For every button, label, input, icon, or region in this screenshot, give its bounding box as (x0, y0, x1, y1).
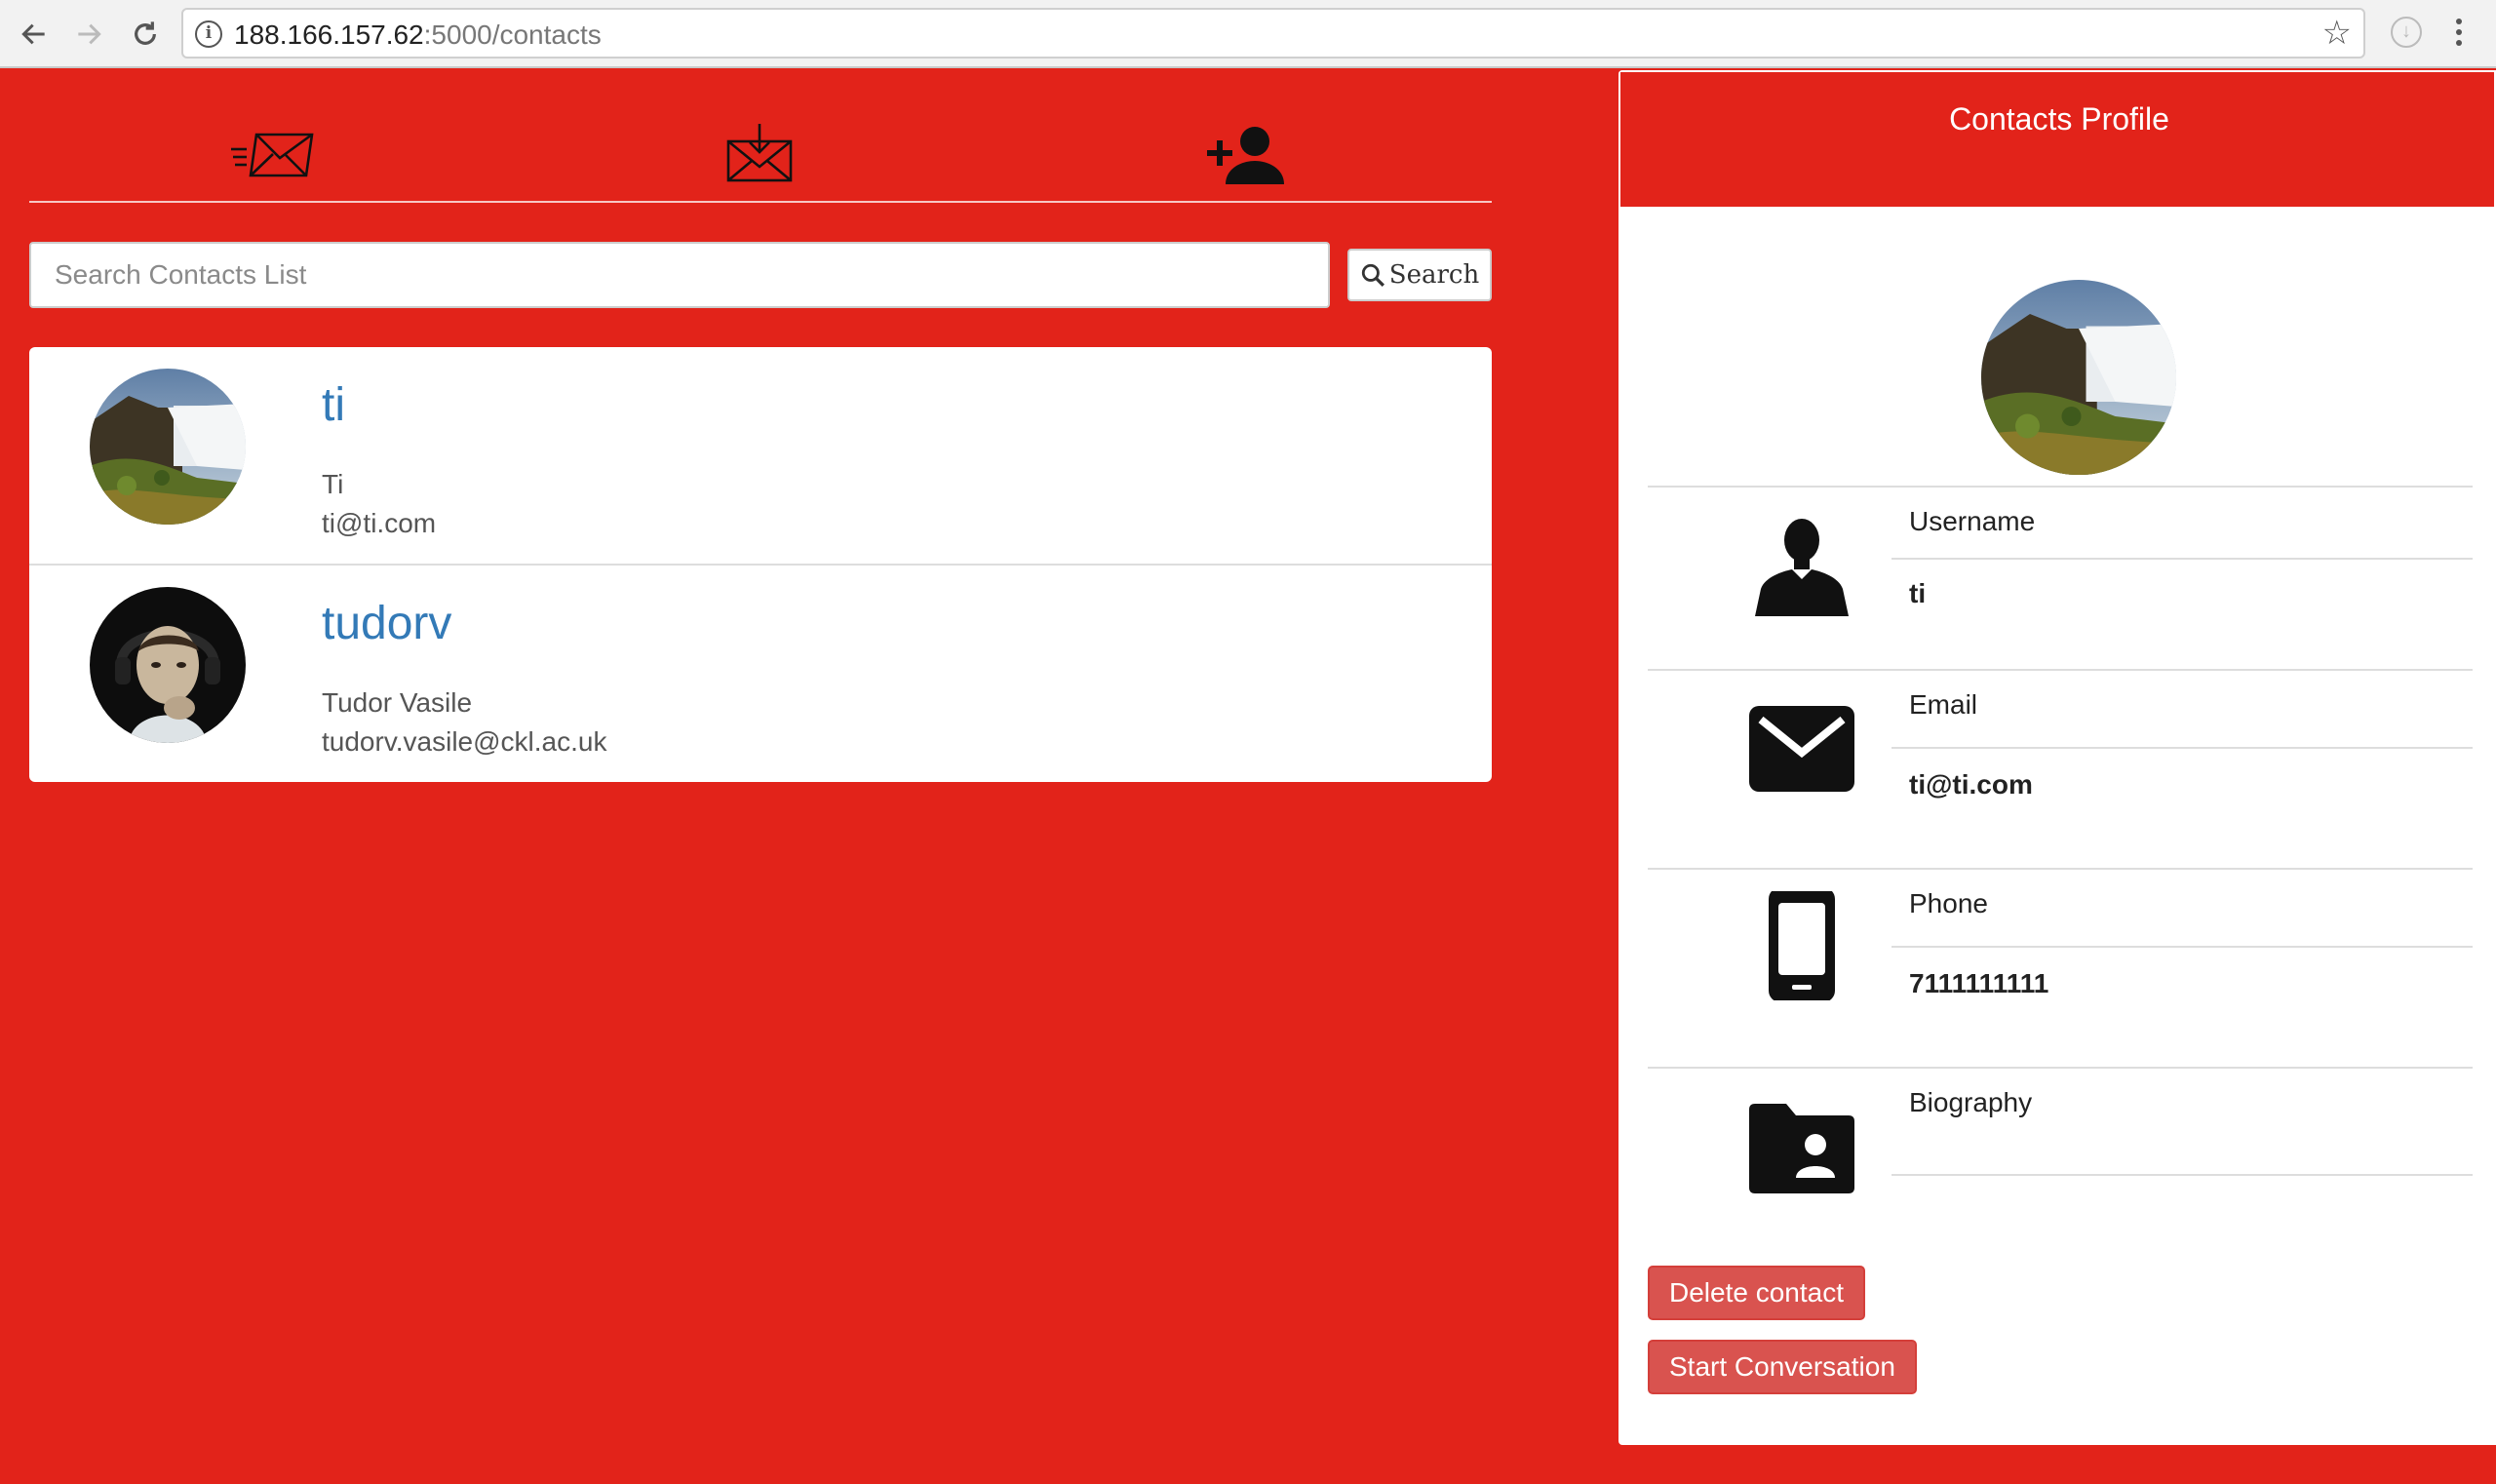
search-button[interactable]: Search (1347, 249, 1492, 301)
tab-inbox[interactable] (517, 105, 1004, 203)
add-person-icon (1207, 127, 1284, 184)
contact-full-name: Tudor Vasile (322, 687, 473, 718)
profile-avatar (1981, 280, 2176, 475)
contact-email: tudorv.vasile@ckl.ac.uk (322, 726, 607, 757)
separator (1648, 868, 2473, 870)
reload-icon (135, 21, 156, 45)
delete-contact-button[interactable]: Delete contact (1648, 1266, 1865, 1320)
profile-title: Contacts Profile (1949, 101, 2169, 137)
profile-header: Contacts Profile (1618, 70, 2496, 209)
reload-button[interactable] (125, 14, 166, 55)
separator (1892, 558, 2473, 560)
separator (1892, 946, 2473, 948)
person-icon (1747, 507, 1856, 616)
nav-tabs (29, 105, 1492, 203)
search-input[interactable] (29, 242, 1330, 308)
contact-username[interactable]: ti (322, 378, 345, 433)
separator (1892, 1174, 2473, 1176)
contact-full-name: Ti (322, 469, 344, 499)
search-icon (1361, 263, 1384, 287)
separator (1648, 486, 2473, 488)
username-value: ti (1909, 578, 1927, 608)
tab-sent-messages[interactable] (29, 105, 517, 203)
biography-label: Biography (1909, 1087, 2033, 1117)
arrow-left-icon (21, 23, 45, 45)
email-value: ti@ti.com (1909, 769, 2033, 800)
username-label: Username (1909, 506, 2036, 536)
contacts-list: ti Ti ti@ti.com tudorv Tudor Vasile tudo… (29, 347, 1492, 782)
phone-icon (1747, 891, 1856, 1000)
avatar (90, 369, 246, 525)
forward-button[interactable] (68, 14, 109, 55)
contact-folder-icon (1747, 1090, 1856, 1199)
separator (1648, 669, 2473, 671)
search-button-label: Search (1388, 260, 1480, 290)
info-icon[interactable]: i (195, 20, 222, 48)
url-text: 188.166.157.62:5000/contacts (234, 20, 602, 50)
avatar (90, 587, 246, 743)
start-conversation-button[interactable]: Start Conversation (1648, 1340, 1917, 1394)
inbox-mail-icon (726, 124, 793, 182)
browser-menu-icon[interactable] (2449, 16, 2469, 51)
contact-username[interactable]: tudorv (322, 597, 451, 651)
separator (1648, 1067, 2473, 1069)
bookmark-star-icon[interactable]: ☆ (2322, 16, 2352, 51)
back-button[interactable] (14, 14, 55, 55)
address-bar[interactable]: i 188.166.157.62:5000/contacts ☆ (181, 8, 2365, 59)
arrow-right-icon (78, 23, 101, 45)
tab-add-contact[interactable] (1004, 105, 1492, 203)
download-icon[interactable]: ↓ (2391, 17, 2422, 48)
phone-value: 7111111111 (1909, 968, 2049, 998)
separator (1892, 747, 2473, 749)
profile-panel: Contacts Profile Username ti Email ti@ti… (1618, 70, 2496, 1445)
send-mail-icon (231, 133, 314, 177)
contact-email: ti@ti.com (322, 508, 437, 538)
email-label: Email (1909, 689, 1978, 720)
browser-toolbar: i 188.166.157.62:5000/contacts ☆ ↓ (0, 0, 2496, 68)
phone-label: Phone (1909, 888, 1988, 918)
contact-row[interactable]: ti Ti ti@ti.com (29, 347, 1492, 564)
contact-row[interactable]: tudorv Tudor Vasile tudorv.vasile@ckl.ac… (29, 564, 1492, 780)
envelope-icon (1747, 694, 1856, 803)
